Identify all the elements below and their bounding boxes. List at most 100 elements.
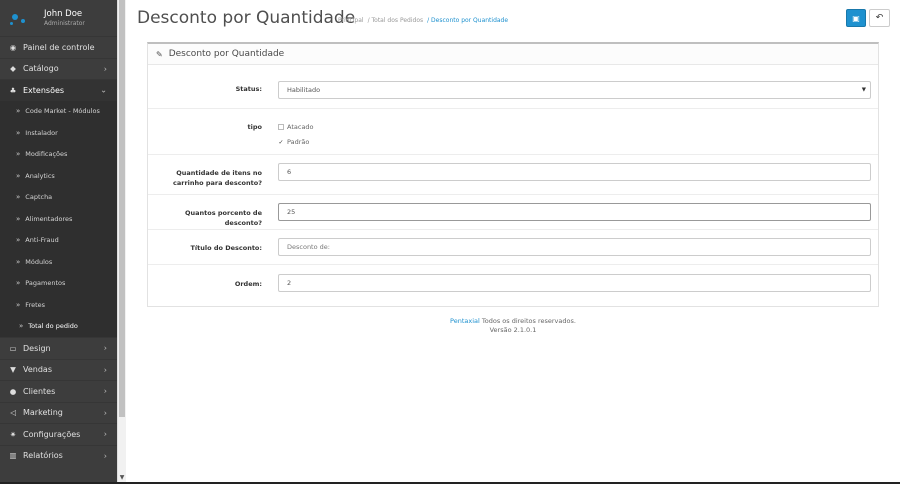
sidebar-item-reports[interactable]: ▥ Relatórios ›	[0, 444, 117, 467]
ordem-label: Ordem:	[234, 280, 262, 288]
sidebar-subitem-label: Alimentadores	[25, 214, 73, 223]
sidebar-subitem-analytics[interactable]: » Analytics	[0, 165, 117, 187]
breadcrumb: Principal / Total dos Pedidos / Desconto…	[338, 17, 512, 24]
sidebar-item-extensions[interactable]: ♣ Extensões ⌄	[0, 79, 117, 101]
ordem-value: 2	[287, 279, 292, 287]
double-chevron-icon: »	[16, 107, 21, 116]
scrollbar-thumb[interactable]	[119, 0, 125, 417]
sidebar-item-dashboard[interactable]: ◉ Painel de controle	[0, 36, 117, 58]
share-icon: ◁	[10, 408, 16, 418]
sidebar-item-label: Design	[23, 343, 51, 353]
back-button[interactable]: ↶	[869, 9, 890, 27]
sidebar-subitem-label: Captcha	[25, 193, 53, 202]
titulo-label: Título do Desconto:	[190, 244, 262, 252]
quantidade-input[interactable]: 6	[278, 163, 871, 181]
checkbox-atacado-label: Atacado	[287, 123, 314, 131]
sidebar-subitem-label: Fretes	[25, 300, 46, 309]
sidebar-subitem-label: Analytics	[25, 171, 55, 180]
sidebar-item-label: Marketing	[23, 408, 63, 418]
logo-icon	[8, 6, 36, 30]
panel-heading: ✎ Desconto por Quantidade	[148, 44, 878, 65]
chevron-right-icon: ›	[103, 451, 107, 461]
status-select-value: Habilitado	[287, 86, 321, 94]
sidebar: John Doe Administrator ◉ Painel de contr…	[0, 0, 117, 484]
sidebar-subitem-label: Modificações	[25, 150, 68, 159]
breadcrumb-link-order-totals[interactable]: / Total dos Pedidos	[368, 17, 424, 24]
page-title: Desconto por Quantidade	[137, 8, 356, 28]
checkbox-atacado-box[interactable]	[278, 124, 284, 130]
monitor-icon: ▭	[9, 343, 17, 353]
settings-panel: ✎ Desconto por Quantidade Status: Habili…	[147, 42, 879, 307]
sidebar-scrollbar[interactable]: ▼	[117, 0, 126, 484]
sidebar-subitem-feeds[interactable]: » Alimentadores	[0, 208, 117, 230]
save-button[interactable]: ▣	[846, 9, 866, 27]
checkmark-icon[interactable]: ✓	[278, 139, 284, 146]
form-row-ordem: Ordem: 2	[148, 265, 878, 300]
pencil-icon: ✎	[156, 49, 163, 59]
breadcrumb-link-home[interactable]: Principal	[338, 17, 364, 24]
sidebar-item-catalog[interactable]: ◆ Catálogo ›	[0, 57, 117, 80]
sidebar-subitem-modifications[interactable]: » Modificações	[0, 143, 117, 165]
checkbox-padrao[interactable]: ✓ Padrão	[278, 138, 309, 146]
sidebar-subitem-shipping[interactable]: » Fretes	[0, 294, 117, 316]
sidebar-subitem-label: Anti-Fraud	[25, 236, 59, 245]
ordem-input[interactable]: 2	[278, 274, 871, 292]
form-row-status: Status: Habilitado ▼	[148, 65, 878, 109]
sidebar-subitem-payments[interactable]: » Pagamentos	[0, 272, 117, 294]
footer-brand-link[interactable]: Pentaxial	[450, 317, 480, 325]
quantidade-value: 6	[287, 168, 292, 176]
double-chevron-icon: »	[16, 214, 21, 223]
breadcrumb-link-current[interactable]: / Desconto por Quantidade	[427, 17, 508, 24]
form-row-quantidade: Quantidade de itens no carrinho para des…	[148, 155, 878, 195]
form-row-porcento: Quantos porcento de desconto? 25	[148, 195, 878, 230]
sidebar-subitem-modules[interactable]: » Módulos	[0, 251, 117, 273]
sidebar-item-label: Clientes	[23, 386, 56, 396]
user-name: John Doe	[44, 9, 83, 19]
sidebar-subitem-label: Code Market - Módulos	[25, 107, 100, 116]
sidebar-subitem-installer[interactable]: » Instalador	[0, 122, 117, 144]
double-chevron-icon: »	[16, 193, 21, 202]
porcento-label: Quantos porcento de desconto?	[185, 209, 262, 227]
sidebar-subitem-label: Módulos	[25, 257, 53, 266]
sidebar-item-customers[interactable]: ● Clientes ›	[0, 380, 117, 402]
sidebar-subitem-order-total[interactable]: » Total do pedido	[0, 315, 117, 337]
chevron-right-icon: ›	[103, 343, 107, 353]
reply-icon: ↶	[875, 13, 884, 23]
scroll-down-arrow-icon[interactable]: ▼	[119, 474, 125, 482]
titulo-placeholder: Desconto de:	[287, 243, 330, 251]
sidebar-item-marketing[interactable]: ◁ Marketing ›	[0, 401, 117, 424]
user-role: Administrator	[44, 20, 85, 27]
double-chevron-icon: »	[16, 171, 21, 180]
sidebar-item-design[interactable]: ▭ Design ›	[0, 337, 117, 359]
sidebar-item-label: Extensões	[23, 85, 65, 95]
sidebar-item-label: Configurações	[23, 429, 81, 439]
sidebar-subitem-anti-fraud[interactable]: » Anti-Fraud	[0, 229, 117, 251]
tipo-label: tipo	[247, 123, 262, 131]
chevron-down-icon: ⌄	[100, 85, 107, 95]
form-row-titulo: Título do Desconto: Desconto de:	[148, 230, 878, 265]
double-chevron-icon: »	[16, 128, 21, 137]
double-chevron-icon: »	[16, 279, 21, 288]
sidebar-subitem-label: Pagamentos	[25, 279, 66, 288]
cart-icon: ▼	[10, 365, 16, 375]
double-chevron-icon: »	[16, 300, 21, 309]
sidebar-subitem-captcha[interactable]: » Captcha	[0, 186, 117, 208]
chevron-right-icon: ›	[103, 429, 107, 439]
sidebar-item-label: Vendas	[23, 365, 52, 375]
chevron-right-icon: ›	[103, 64, 107, 74]
status-label: Status:	[235, 85, 262, 93]
status-select[interactable]: Habilitado ▼	[278, 81, 871, 99]
save-icon: ▣	[852, 13, 860, 23]
sidebar-item-sales[interactable]: ▼ Vendas ›	[0, 358, 117, 381]
porcento-input[interactable]: 25	[278, 203, 871, 221]
double-chevron-icon: »	[16, 257, 21, 266]
sidebar-item-settings[interactable]: ✷ Configurações ›	[0, 423, 117, 445]
double-chevron-icon: »	[19, 322, 24, 331]
checkbox-atacado[interactable]: Atacado	[278, 123, 314, 131]
form-row-tipo: tipo Atacado ✓ Padrão	[148, 109, 878, 155]
user-icon: ●	[9, 386, 17, 396]
user-profile[interactable]: John Doe Administrator	[0, 0, 117, 36]
titulo-input[interactable]: Desconto de:	[278, 238, 871, 256]
sidebar-subitem-code-market[interactable]: » Code Market - Módulos	[0, 100, 117, 122]
chevron-right-icon: ›	[103, 365, 107, 375]
